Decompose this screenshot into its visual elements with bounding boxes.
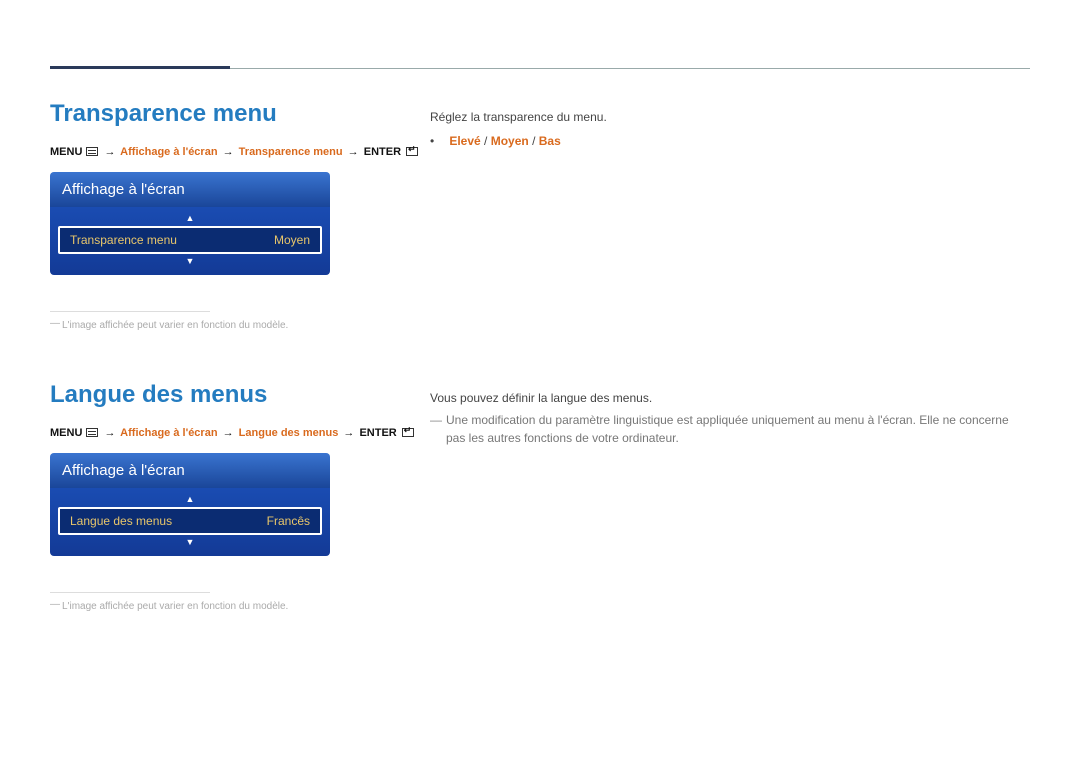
breadcrumb-step: Affichage à l'écran (120, 146, 217, 158)
breadcrumb-step: Langue des menus (239, 427, 339, 439)
chevron-up-icon[interactable]: ▲ (58, 213, 322, 224)
enter-label: ENTER (359, 427, 396, 439)
footnote-text: L'image affichée peut varier en fonction… (50, 320, 430, 331)
enter-icon (402, 428, 414, 437)
options-line: • Elevé / Moyen / Bas (430, 132, 1030, 150)
menu-label: MENU (50, 146, 82, 158)
osd-body: ▲ Transparence menu Moyen ▼ (50, 207, 330, 275)
osd-header: Affichage à l'écran (50, 453, 330, 488)
osd-item-label: Langue des menus (70, 514, 172, 528)
osd-panel: Affichage à l'écran ▲ Transparence menu … (50, 172, 330, 275)
menu-label: MENU (50, 427, 82, 439)
enter-label: ENTER (364, 146, 401, 158)
osd-body: ▲ Langue des menus Francês ▼ (50, 488, 330, 556)
right-column: Vous pouvez définir la langue des menus.… (430, 381, 1030, 447)
chevron-down-icon[interactable]: ▼ (58, 537, 322, 548)
menu-icon (86, 428, 98, 437)
breadcrumb-step: Affichage à l'écran (120, 427, 217, 439)
page-content: Transparence menu MENU → Affichage à l'é… (0, 0, 1080, 612)
osd-header: Affichage à l'écran (50, 172, 330, 207)
chevron-down-icon[interactable]: ▼ (58, 256, 322, 267)
left-column: Langue des menus MENU → Affichage à l'éc… (50, 381, 430, 612)
footnote-separator (50, 311, 210, 312)
osd-selected-row[interactable]: Langue des menus Francês (58, 507, 322, 535)
description: Réglez la transparence du menu. (430, 108, 1030, 126)
menu-breadcrumb: MENU → Affichage à l'écran → Langue des … (50, 427, 430, 439)
section-title: Transparence menu (50, 100, 430, 128)
enter-icon (406, 147, 418, 156)
section-transparence: Transparence menu MENU → Affichage à l'é… (50, 100, 1030, 331)
section-langue: Langue des menus MENU → Affichage à l'éc… (50, 381, 1030, 612)
footnote-text: L'image affichée peut varier en fonction… (50, 601, 430, 612)
section-title: Langue des menus (50, 381, 430, 409)
footnote-separator (50, 592, 210, 593)
right-column: Réglez la transparence du menu. • Elevé … (430, 100, 1030, 150)
note-text: Une modification du paramètre linguistiq… (430, 411, 1030, 447)
menu-icon (86, 147, 98, 156)
option: Elevé (449, 134, 480, 148)
description: Vous pouvez définir la langue des menus. (430, 389, 1030, 407)
option: Bas (539, 134, 561, 148)
osd-selected-row[interactable]: Transparence menu Moyen (58, 226, 322, 254)
menu-breadcrumb: MENU → Affichage à l'écran → Transparenc… (50, 146, 430, 158)
header-rule-accent (50, 66, 230, 69)
bullet-icon: • (430, 132, 446, 150)
osd-panel: Affichage à l'écran ▲ Langue des menus F… (50, 453, 330, 556)
osd-item-label: Transparence menu (70, 233, 177, 247)
left-column: Transparence menu MENU → Affichage à l'é… (50, 100, 430, 331)
osd-item-value: Moyen (274, 233, 310, 247)
option: Moyen (491, 134, 529, 148)
breadcrumb-step: Transparence menu (239, 146, 343, 158)
osd-item-value: Francês (267, 514, 310, 528)
chevron-up-icon[interactable]: ▲ (58, 494, 322, 505)
